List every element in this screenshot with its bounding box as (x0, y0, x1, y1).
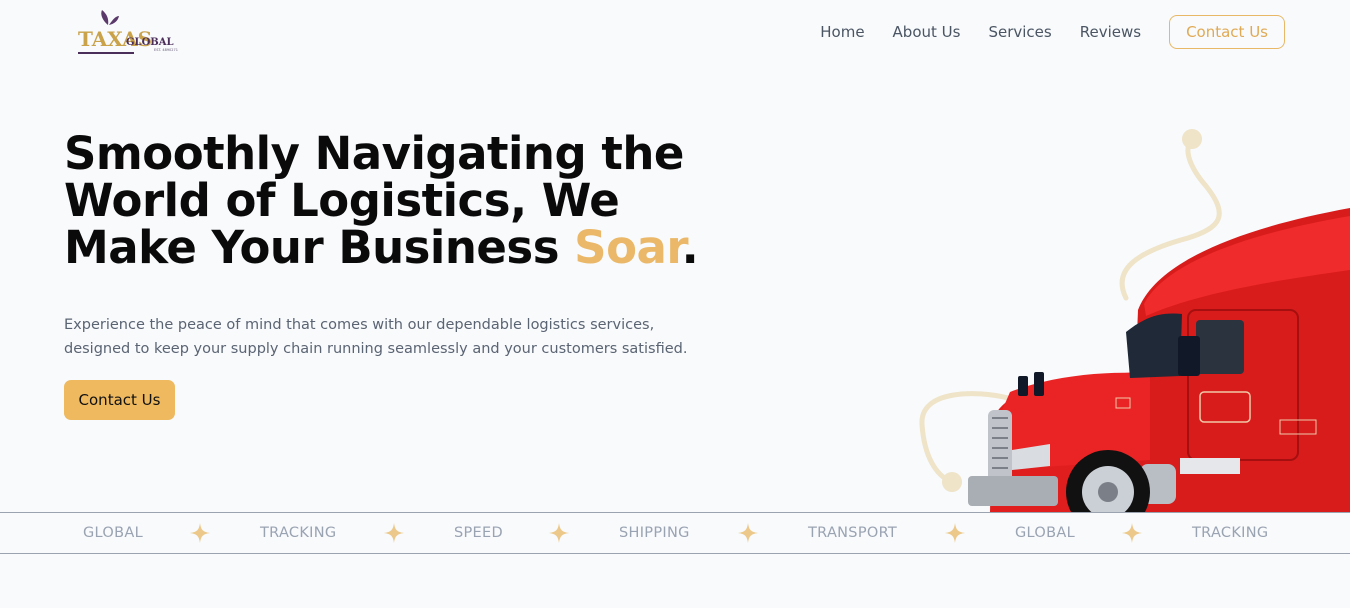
four-point-star-icon (945, 523, 965, 543)
hero-title-end: . (681, 221, 699, 274)
four-point-star-icon (738, 523, 758, 543)
ticker-item: TRANSPORT (808, 525, 898, 541)
nav-home[interactable]: Home (820, 23, 864, 41)
hero-title: Smoothly Navigating the World of Logisti… (64, 130, 704, 271)
hero-subtitle: Experience the peace of mind that comes … (64, 317, 688, 357)
hero-illustration (900, 120, 1350, 512)
ticker-item: TRACKING (1192, 525, 1269, 541)
hero-title-line-3: Make Your Business (64, 221, 575, 274)
hero-contact-button[interactable]: Contact Us (64, 380, 175, 420)
four-point-star-icon (384, 523, 404, 543)
four-point-star-icon (1122, 523, 1142, 543)
hero-title-line-2: World of Logistics, We (64, 174, 620, 227)
ticker-item: GLOBAL (83, 525, 143, 541)
four-point-star-icon (549, 523, 569, 543)
ticker-item: TRACKING (260, 525, 337, 541)
keyword-ticker: GLOBAL TRACKING SPEED SHIPPING TRANSPORT… (0, 512, 1350, 554)
hero-title-line-1: Smoothly Navigating the (64, 127, 684, 180)
main-nav: Home About Us Services Reviews Contact U… (820, 15, 1285, 49)
brand-name-suffix: GLOBAL (126, 37, 174, 48)
nav-services[interactable]: Services (988, 23, 1051, 41)
nav-contact-button[interactable]: Contact Us (1169, 15, 1285, 49)
ticker-item: GLOBAL (1015, 525, 1075, 541)
nav-reviews[interactable]: Reviews (1080, 23, 1141, 41)
ticker-item: SHIPPING (619, 525, 690, 541)
nav-about-us[interactable]: About Us (893, 23, 961, 41)
four-point-star-icon (190, 523, 210, 543)
brand-logo[interactable]: TAXAS GLOBAL EST. 4890271 (78, 8, 188, 56)
hero-title-accent: Soar (574, 221, 682, 274)
brand-tagline: EST. 4890271 (154, 48, 178, 52)
ticker-item: SPEED (454, 525, 503, 541)
red-truck-image (968, 208, 1350, 512)
